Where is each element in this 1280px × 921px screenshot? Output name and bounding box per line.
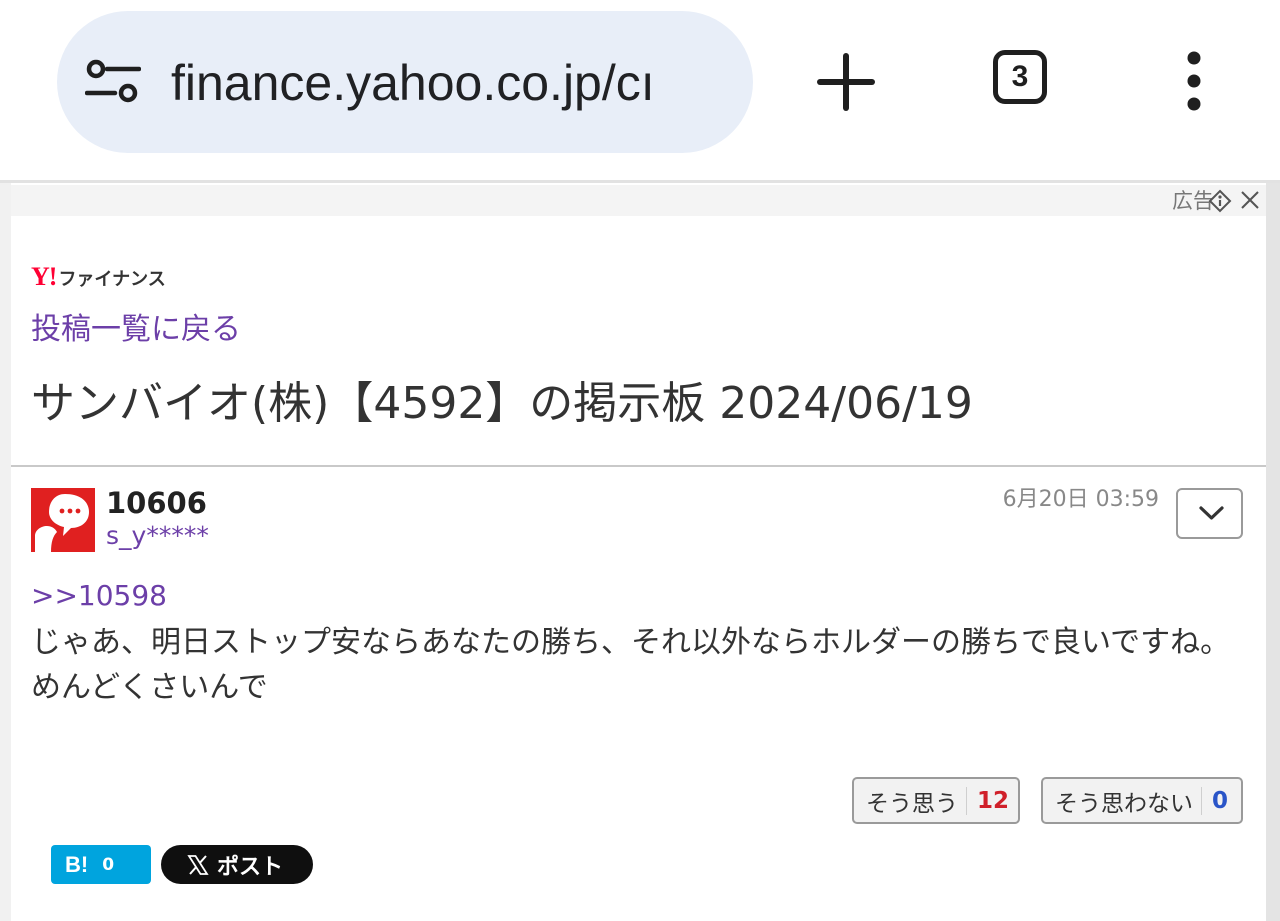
post-author[interactable]: s_y***** [106, 520, 209, 552]
browser-toolbar: finance.yahoo.co.jp/cı 3 [0, 0, 1280, 182]
ad-bar: 広告 [11, 185, 1266, 216]
chevron-down-icon [1199, 506, 1224, 520]
page-title: サンバイオ(株)【4592】の掲示板 2024/06/19 [31, 378, 973, 429]
plus-icon[interactable] [816, 52, 876, 112]
yahoo-finance-logo[interactable]: Y! ファイナンス [31, 262, 166, 291]
close-icon[interactable] [1240, 190, 1260, 210]
reply-reference-link[interactable]: >>10598 [31, 578, 167, 614]
address-bar[interactable]: finance.yahoo.co.jp/cı [57, 11, 753, 153]
page-gutter-left [0, 183, 11, 921]
agree-label: そう思う [866, 790, 958, 817]
more-vert-icon[interactable] [1180, 50, 1208, 112]
logo-mark: Y! [31, 262, 57, 291]
avatar[interactable] [31, 488, 95, 552]
hatena-count: 0 [102, 854, 115, 875]
page-gutter-right [1266, 183, 1280, 921]
agree-count: 12 [977, 787, 1010, 814]
post-body: じゃあ、明日ストップ安ならあなたの勝ち、それ以外ならホルダーの勝ちで良いですね。… [31, 625, 1231, 705]
post-menu-button[interactable] [1176, 488, 1243, 539]
divider [11, 465, 1266, 467]
x-post-button[interactable]: ポスト [161, 845, 313, 884]
agree-button[interactable]: そう思う 12 [852, 777, 1020, 824]
tune-icon[interactable] [85, 59, 141, 105]
tab-switcher-button[interactable]: 3 [993, 50, 1047, 104]
disagree-label: そう思わない [1055, 790, 1193, 817]
disagree-button[interactable]: そう思わない 0 [1041, 777, 1243, 824]
x-post-label: ポスト [217, 854, 284, 880]
hatena-bookmark-icon: B! [65, 851, 89, 877]
toolbar-divider [0, 180, 1280, 183]
back-to-list-link[interactable]: 投稿一覧に戻る [31, 310, 241, 350]
adchoices-icon[interactable] [1208, 189, 1232, 213]
post-number[interactable]: 10606 [106, 484, 207, 522]
post-timestamp: 6月20日 03:59 [1002, 487, 1159, 512]
hatena-bookmark-button[interactable]: B! 0 [51, 845, 151, 884]
url-text[interactable]: finance.yahoo.co.jp/cı [171, 51, 731, 115]
disagree-count: 0 [1212, 787, 1229, 814]
x-logo-icon [187, 854, 209, 875]
logo-text: ファイナンス [58, 269, 166, 290]
